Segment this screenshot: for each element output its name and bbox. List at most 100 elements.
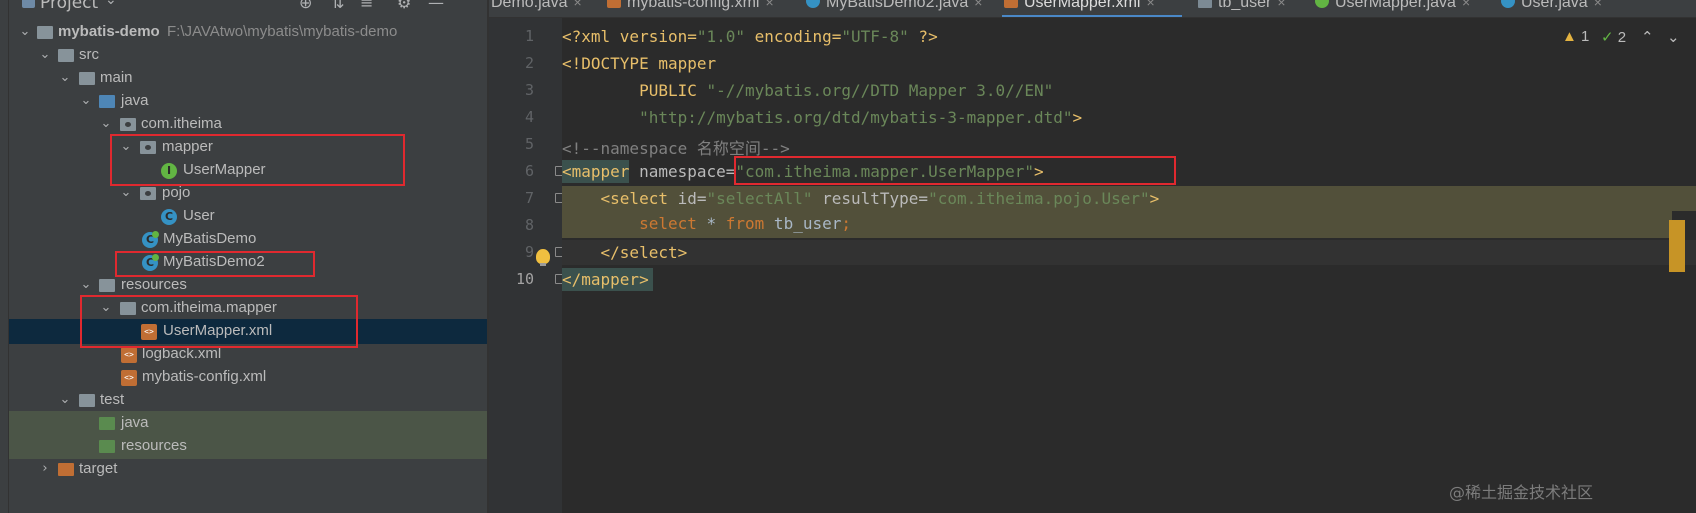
line-number: 8 [524, 216, 534, 234]
xml-icon [1004, 0, 1018, 8]
expand-all-icon[interactable]: ⇅ [331, 0, 344, 12]
tree-item-target[interactable]: › target [9, 457, 487, 482]
tree-item-resources[interactable]: ⌄ resources [9, 273, 487, 298]
tree-item-mapper[interactable]: ⌄ mapper [9, 135, 487, 160]
tab-user-java[interactable]: User.java × [1501, 0, 1602, 17]
chevron-down-icon[interactable]: ⌄ [80, 93, 92, 108]
folder-icon [58, 49, 74, 62]
lightbulb-icon[interactable] [536, 249, 550, 266]
tree-item-mybatisdemo2[interactable]: C MyBatisDemo2 [9, 250, 487, 275]
warning-icon: ▲ [1562, 28, 1577, 45]
chevron-down-icon[interactable]: ⌄ [120, 185, 132, 200]
tree-item-usermapper[interactable]: I UserMapper [9, 158, 487, 183]
scrollbar-marker[interactable] [1669, 220, 1685, 272]
resources-folder-icon [99, 279, 115, 292]
package-icon [120, 118, 136, 131]
tree-item-logback-xml[interactable]: <> logback.xml [9, 342, 487, 367]
close-icon[interactable]: × [1594, 0, 1602, 10]
tab-label: User.java [1521, 0, 1588, 11]
package-icon [140, 141, 156, 154]
module-folder-icon [37, 26, 53, 39]
next-highlight-icon[interactable]: ⌄ [1667, 28, 1680, 46]
tree-item-mybatis-config-xml[interactable]: <> mybatis-config.xml [9, 365, 487, 390]
chevron-down-icon[interactable]: ⌄ [120, 139, 132, 154]
tab-mybatisdemo2-java[interactable]: MyBatisDemo2.java × [806, 0, 982, 17]
close-icon[interactable]: × [573, 0, 581, 10]
left-tool-stripe [0, 0, 9, 513]
tree-item-java[interactable]: ⌄ java [9, 89, 487, 114]
tab-mybatis-config-xml[interactable]: mybatis-config.xml × [607, 0, 774, 17]
tab-label: MyBatisDemo2.java [826, 0, 969, 11]
chevron-down-icon[interactable]: ⌄ [100, 116, 112, 131]
test-resources-folder-icon [99, 440, 115, 453]
tab-tb-user[interactable]: tb_user × [1198, 0, 1286, 17]
chevron-down-icon[interactable]: ⌄ [80, 277, 92, 292]
inspection-typos[interactable]: ✓ 2 [1601, 28, 1626, 46]
editor-tab-bar: Demo.java × mybatis-config.xml × MyBatisDe… [489, 0, 1696, 18]
close-icon[interactable]: × [1277, 0, 1285, 10]
tree-item-usermapper-xml[interactable]: <> UserMapper.xml [9, 319, 487, 344]
tree-item-src[interactable]: ⌄ src [9, 43, 487, 68]
interface-icon [1315, 0, 1329, 8]
chevron-down-icon[interactable]: ⌄ [100, 300, 112, 315]
previous-highlight-icon[interactable]: ⌃ [1641, 28, 1654, 46]
tree-item-label: test [100, 391, 125, 408]
chevron-right-icon[interactable]: › [39, 461, 51, 476]
tree-item-main[interactable]: ⌄ main [9, 66, 487, 91]
xml-file-icon: <> [121, 347, 137, 363]
table-icon [1198, 0, 1212, 8]
tree-item-label: UserMapper.xml [163, 322, 273, 339]
tree-item-test-java[interactable]: java [9, 411, 487, 436]
chevron-down-icon[interactable]: ⌄ [59, 70, 71, 85]
code-line: "http://mybatis.org/dtd/mybatis-3-mapper… [639, 108, 1083, 127]
tab-label: Demo.java [491, 0, 568, 11]
inspection-warnings[interactable]: ▲ 1 [1562, 28, 1589, 45]
code-area[interactable]: <?xml version="1.0" encoding="UTF-8" ?> … [562, 18, 1696, 513]
tree-item-label: resources [121, 276, 187, 293]
package-icon [140, 187, 156, 200]
tree-item-label: java [121, 92, 149, 109]
tree-item-label: pojo [162, 184, 191, 201]
close-icon[interactable]: × [765, 0, 773, 10]
code-line: </select> [562, 240, 1696, 265]
tree-item-label: mybatis-config.xml [142, 368, 267, 385]
line-number: 1 [524, 27, 534, 45]
chevron-down-icon[interactable]: ⌄ [39, 47, 51, 62]
tree-item-label: java [121, 414, 149, 431]
tree-item-test-resources[interactable]: resources [9, 434, 487, 459]
folder-icon [79, 72, 95, 85]
interface-icon: I [161, 163, 177, 179]
editor: Demo.java × mybatis-config.xml × MyBatisDe… [489, 0, 1696, 513]
tree-item-user[interactable]: C User [9, 204, 487, 229]
class-icon: C [161, 209, 177, 225]
chevron-down-icon[interactable]: ⌄ [105, 0, 117, 8]
close-icon[interactable]: × [974, 0, 982, 10]
tree-item-mybatis-demo[interactable]: ⌄ mybatis-demo F:\JAVAtwo\mybatis\mybati… [9, 20, 487, 45]
excluded-folder-icon [58, 463, 74, 476]
code-line: <mapper namespace="com.itheima.mapper.Us… [562, 160, 1044, 183]
tab-usermapper-java[interactable]: UserMapper.java × [1315, 0, 1470, 17]
watermark: @稀土掘金技术社区 [1449, 483, 1594, 502]
tree-item-com-itheima-mapper[interactable]: ⌄ com.itheima.mapper [9, 296, 487, 321]
close-icon[interactable]: × [1462, 0, 1470, 10]
tree-item-label: mybatis-demo [58, 23, 160, 40]
minimize-icon[interactable]: — [428, 0, 444, 12]
tree-item-pojo[interactable]: ⌄ pojo [9, 181, 487, 206]
chevron-down-icon[interactable]: ⌄ [59, 392, 71, 407]
tab-demo-java[interactable]: Demo.java × [491, 0, 582, 17]
collapse-all-icon[interactable]: ≡ [360, 0, 373, 12]
close-icon[interactable]: × [1146, 0, 1154, 10]
tree-item-mybatisdemo[interactable]: C MyBatisDemo [9, 227, 487, 252]
project-panel: Project ⌄ ⊕ ⇅ ≡ ⚙ — ⌄ mybatis-demo F:\JA… [9, 0, 487, 513]
tree-item-com-itheima[interactable]: ⌄ com.itheima [9, 112, 487, 137]
tree-item-test[interactable]: ⌄ test [9, 388, 487, 413]
code-line: PUBLIC "-//mybatis.org//DTD Mapper 3.0//… [562, 81, 1054, 100]
locate-icon[interactable]: ⊕ [299, 0, 312, 12]
tab-label: UserMapper.java [1335, 0, 1456, 11]
xml-file-icon: <> [141, 324, 157, 340]
line-number: 2 [524, 54, 534, 72]
gear-icon[interactable]: ⚙ [397, 0, 411, 12]
project-view-selector[interactable]: Project [40, 0, 98, 13]
class-icon [1501, 0, 1515, 8]
chevron-down-icon[interactable]: ⌄ [19, 24, 31, 39]
